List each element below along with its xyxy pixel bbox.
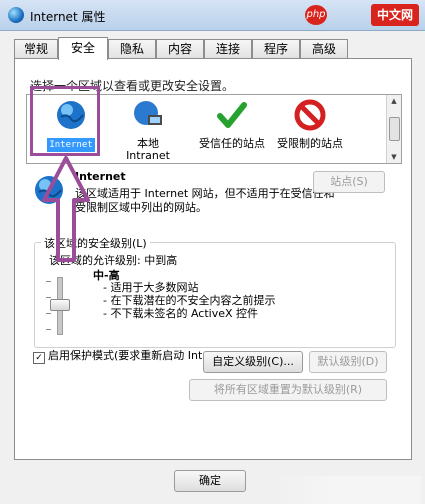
tab-privacy[interactable]: 隐私	[108, 39, 156, 58]
annotation-highlight-box	[30, 86, 100, 156]
custom-level-button[interactable]: 自定义级别(C)...	[203, 351, 303, 373]
title-bar: Internet 属性 php 中文网	[0, 0, 425, 31]
selected-zone-description: 该区域适用于 Internet 网站，但不适用于在受信任和受限制区域中列出的网站…	[75, 187, 335, 214]
checkbox-checked-icon[interactable]: ✓	[33, 352, 45, 364]
green-check-icon	[217, 102, 247, 128]
red-block-icon	[294, 99, 326, 131]
internet-explorer-icon	[8, 7, 24, 23]
default-level-button[interactable]: 默认级别(D)	[309, 351, 387, 373]
network-globe-icon	[134, 101, 162, 125]
dialog-footer: 确定	[0, 458, 425, 504]
window-title: Internet 属性	[30, 10, 106, 24]
zone-intranet-label: 本地 Intranet	[126, 137, 170, 162]
scroll-thumb[interactable]	[389, 117, 400, 141]
level-bullet: - 适用于大多数网站	[103, 281, 199, 294]
zone-restricted-label: 受限制的站点	[277, 137, 343, 150]
tab-general[interactable]: 常规	[14, 39, 58, 58]
tab-content[interactable]: 内容	[156, 39, 204, 58]
zone-list-scrollbar[interactable]: ▲ ▼	[386, 95, 401, 163]
security-level-bullets: - 适用于大多数网站 - 在下载潜在的不安全内容之前提示 - 不下载未签名的 A…	[103, 281, 275, 320]
level-bullet: - 不下载未签名的 ActiveX 控件	[103, 307, 259, 320]
tab-programs[interactable]: 程序	[252, 39, 300, 58]
reset-all-zones-button[interactable]: 将所有区域重置为默认级别(R)	[189, 379, 387, 401]
level-bullet: - 在下载潜在的不安全内容之前提示	[103, 294, 276, 307]
watermark-logo: php	[305, 5, 327, 25]
annotation-up-arrow-icon	[42, 156, 90, 262]
zone-trusted-sites[interactable]: 受信任的站点	[197, 95, 267, 150]
slider-tick	[46, 313, 51, 314]
tab-security[interactable]: 安全	[58, 37, 108, 60]
slider-tick	[46, 297, 51, 298]
zone-restricted-sites[interactable]: 受限制的站点	[275, 95, 345, 150]
slider-tick	[46, 281, 51, 282]
footer-watermark	[271, 476, 421, 504]
scroll-down-icon[interactable]: ▼	[387, 151, 401, 163]
security-level-slider-thumb[interactable]	[50, 299, 70, 311]
zone-trusted-label: 受信任的站点	[199, 137, 265, 150]
zone-local-intranet[interactable]: 本地 Intranet	[115, 95, 181, 162]
scroll-up-icon[interactable]: ▲	[387, 95, 401, 107]
tab-connections[interactable]: 连接	[204, 39, 252, 58]
ok-button[interactable]: 确定	[174, 470, 246, 492]
sites-button[interactable]: 站点(S)	[313, 171, 385, 193]
slider-tick	[46, 329, 51, 330]
tab-advanced[interactable]: 高级	[300, 39, 348, 58]
watermark-text: 中文网	[370, 4, 419, 26]
